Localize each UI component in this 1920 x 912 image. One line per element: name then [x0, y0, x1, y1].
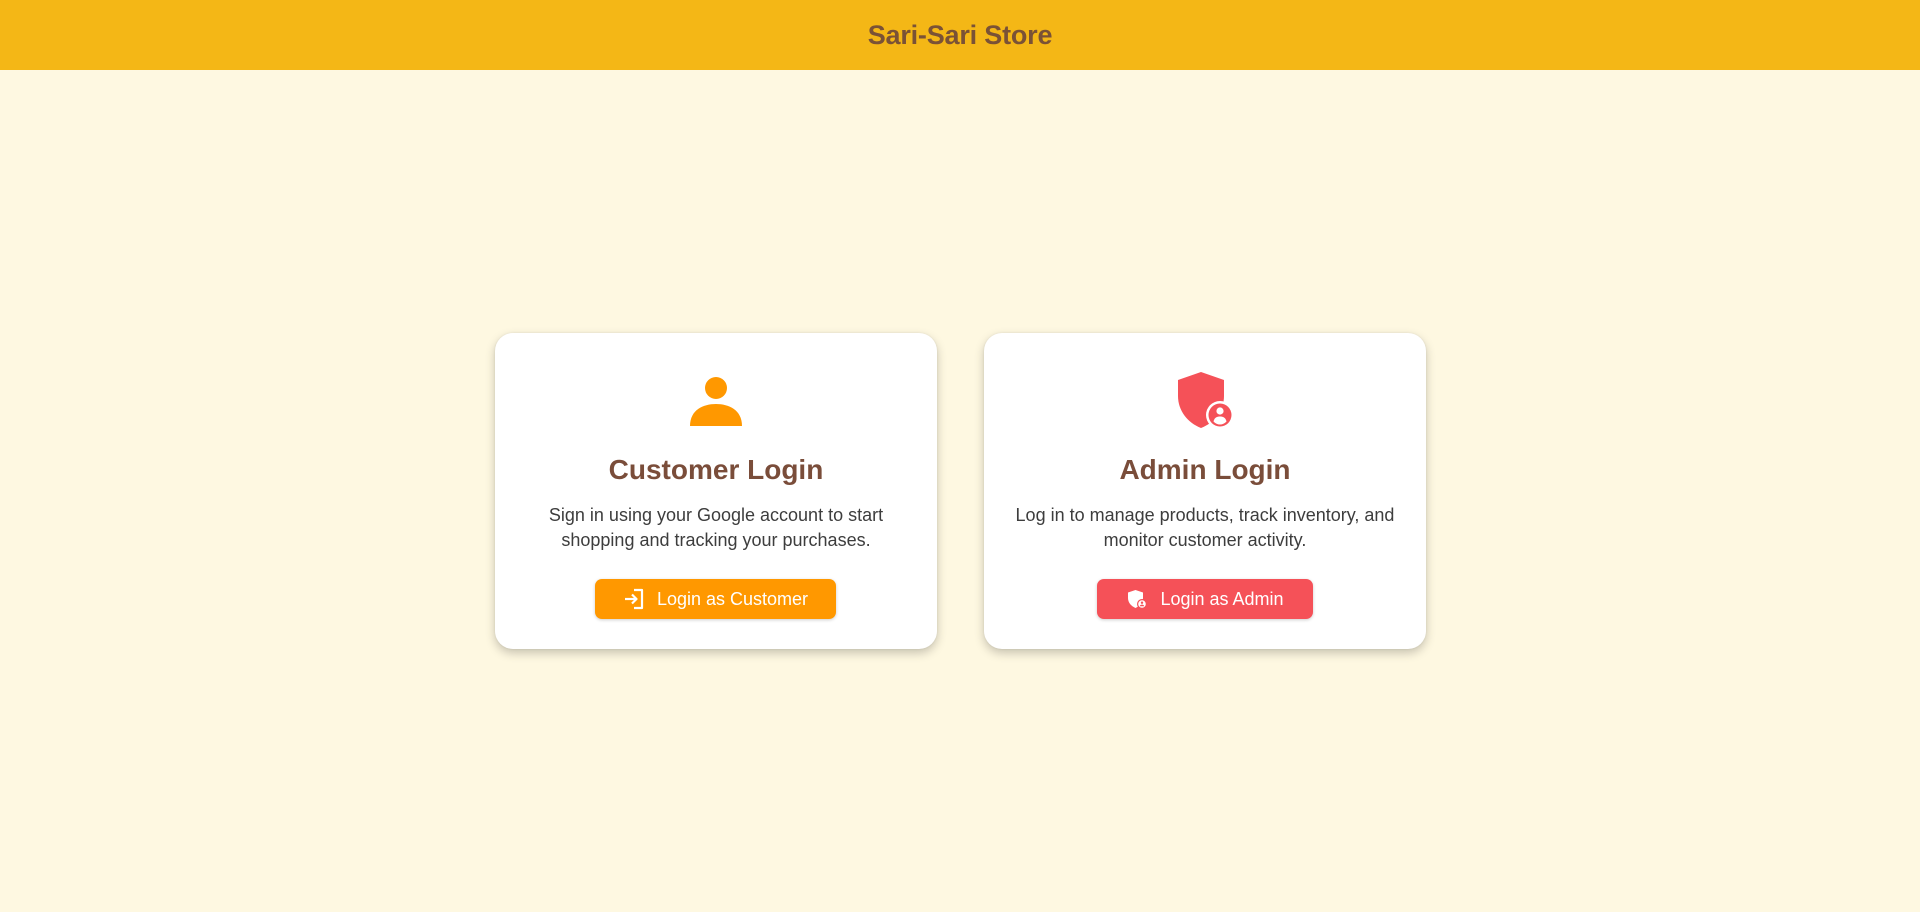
person-icon [687, 371, 745, 429]
login-as-customer-label: Login as Customer [656, 588, 809, 609]
admin-login-title: Admin Login [1119, 454, 1291, 485]
admin-login-description: Log in to manage products, track invento… [1015, 505, 1395, 550]
login-as-admin-label: Login as Admin [1160, 588, 1284, 609]
admin-login-card: Admin Login Log in to manage products, t… [984, 333, 1426, 649]
admin-shield-icon [1126, 588, 1148, 610]
admin-shield-icon [1176, 371, 1234, 429]
customer-login-title: Customer Login [608, 454, 824, 485]
customer-login-card: Customer Login Sign in using your Google… [495, 333, 937, 649]
login-as-customer-button[interactable]: Login as Customer [595, 579, 836, 619]
login-icon [623, 588, 645, 610]
app-header: Sari-Sari Store [0, 0, 1920, 70]
login-as-admin-button[interactable]: Login as Admin [1097, 579, 1313, 619]
app-title: Sari-Sari Store [867, 19, 1053, 50]
customer-login-description: Sign in using your Google account to sta… [548, 505, 884, 550]
